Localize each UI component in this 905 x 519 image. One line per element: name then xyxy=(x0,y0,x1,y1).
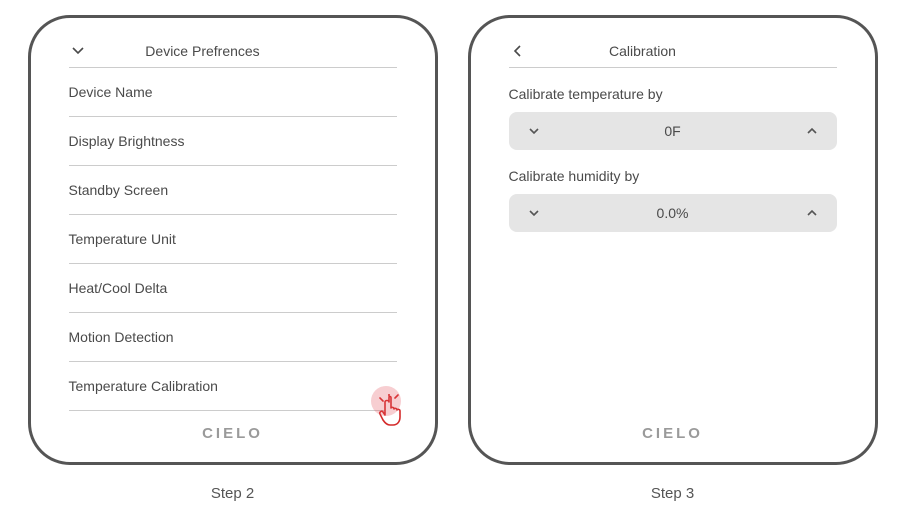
humidity-calibration-label: Calibrate humidity by xyxy=(509,168,837,184)
list-item-device-name[interactable]: Device Name xyxy=(69,68,397,117)
calibration-content: Calibrate temperature by 0F Calibrate hu… xyxy=(509,68,837,415)
page-title: Device Prefrences xyxy=(69,43,337,59)
list-item-label: Display Brightness xyxy=(69,133,185,149)
list-item-label: Standby Screen xyxy=(69,182,169,198)
chevron-down-icon[interactable] xyxy=(69,42,87,60)
chevron-up-icon xyxy=(805,206,819,220)
list-item-heat-cool-delta[interactable]: Heat/Cool Delta xyxy=(69,264,397,313)
list-item-standby-screen[interactable]: Standby Screen xyxy=(69,166,397,215)
step-caption: Step 2 xyxy=(211,485,254,502)
brand-logo: CIELO xyxy=(501,415,845,447)
humidity-stepper: 0.0% xyxy=(509,194,837,232)
humidity-value: 0.0% xyxy=(559,194,787,232)
back-icon[interactable] xyxy=(509,42,527,60)
pointer-hand-icon xyxy=(377,394,407,428)
header: Calibration xyxy=(509,43,837,68)
device-preferences-screen: Device Prefrences Device Name Display Br… xyxy=(28,15,438,465)
page-title: Calibration xyxy=(509,43,777,59)
list-item-label: Heat/Cool Delta xyxy=(69,280,168,296)
chevron-down-icon xyxy=(527,124,541,138)
list-item-temperature-calibration[interactable]: Temperature Calibration xyxy=(69,362,397,411)
list-item-motion-detection[interactable]: Motion Detection xyxy=(69,313,397,362)
list-item-display-brightness[interactable]: Display Brightness xyxy=(69,117,397,166)
brand-logo: CIELO xyxy=(61,415,405,447)
temperature-increment-button[interactable] xyxy=(787,112,837,150)
header: Device Prefrences xyxy=(69,43,397,68)
humidity-increment-button[interactable] xyxy=(787,194,837,232)
list-item-label: Device Name xyxy=(69,84,153,100)
temperature-calibration-label: Calibrate temperature by xyxy=(509,86,837,102)
calibration-screen: Calibration Calibrate temperature by 0F … xyxy=(468,15,878,465)
temperature-value: 0F xyxy=(559,112,787,150)
temperature-stepper: 0F xyxy=(509,112,837,150)
list-item-label: Motion Detection xyxy=(69,329,174,345)
humidity-decrement-button[interactable] xyxy=(509,194,559,232)
list-item-label: Temperature Unit xyxy=(69,231,176,247)
list-item-temperature-unit[interactable]: Temperature Unit xyxy=(69,215,397,264)
chevron-down-icon xyxy=(527,206,541,220)
list-item-label: Temperature Calibration xyxy=(69,378,218,394)
chevron-up-icon xyxy=(805,124,819,138)
step-caption: Step 3 xyxy=(651,485,694,502)
temperature-decrement-button[interactable] xyxy=(509,112,559,150)
preferences-list: Device Name Display Brightness Standby S… xyxy=(69,68,397,415)
